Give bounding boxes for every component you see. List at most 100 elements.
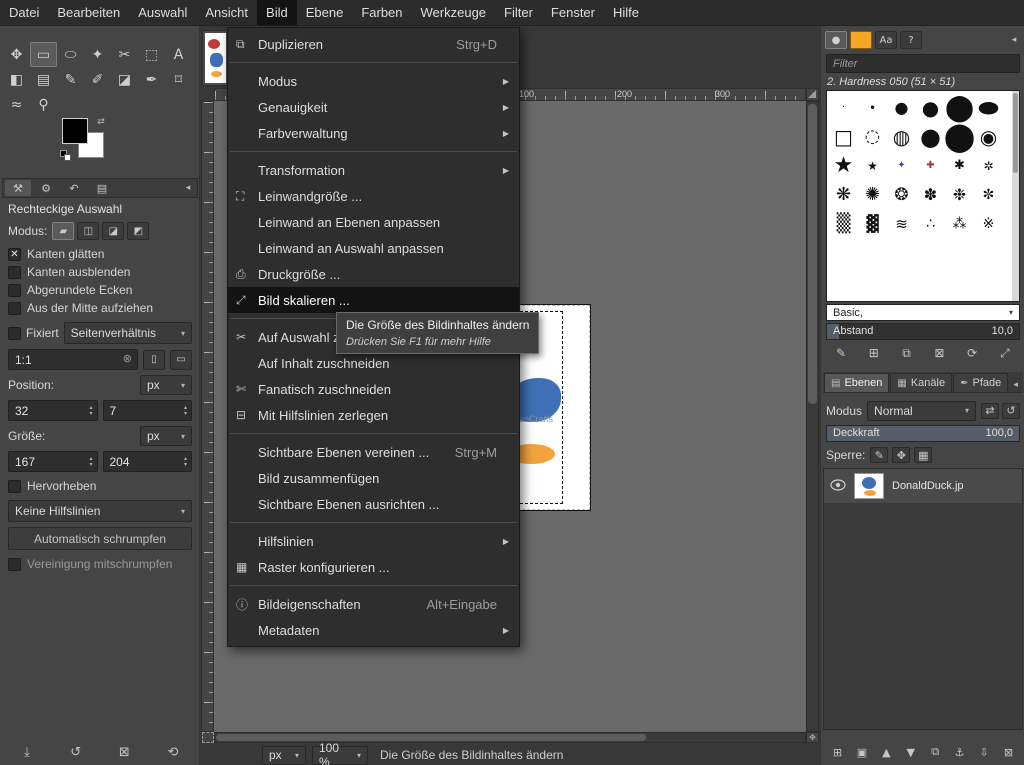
menubar-item[interactable]: Fenster bbox=[542, 0, 604, 25]
brush-item[interactable]: ◍ bbox=[887, 122, 916, 151]
menubar-item[interactable]: Ebene bbox=[297, 0, 353, 25]
menu-item[interactable]: Sichtbare Ebenen ausrichten ... bbox=[228, 491, 519, 517]
dock-tab[interactable]: ▤ bbox=[89, 180, 115, 196]
size-width-spinner[interactable]: 167 bbox=[8, 451, 98, 472]
dock-tab[interactable]: ⚒ bbox=[5, 180, 31, 196]
layers-footer-button[interactable]: ▼ bbox=[900, 743, 921, 761]
dock-tab[interactable]: ● bbox=[825, 31, 847, 49]
menubar-item[interactable]: Datei bbox=[0, 0, 48, 25]
dock-tab[interactable]: ▦ Kanäle bbox=[890, 373, 952, 392]
menu-item[interactable]: Leinwand an Auswahl anpassen bbox=[228, 235, 519, 261]
toolbox-tool-button[interactable]: A bbox=[165, 42, 192, 67]
menu-item[interactable]: Transformation ▶ bbox=[228, 157, 519, 183]
dock-tab[interactable]: ↶ bbox=[61, 180, 87, 196]
menu-item[interactable]: Bild zusammenfügen bbox=[228, 465, 519, 491]
tool-options-footer-button[interactable]: ⤓ bbox=[16, 743, 38, 761]
toolbox-tool-button[interactable]: ◪ bbox=[111, 67, 138, 92]
position-y-spinner[interactable]: 7 bbox=[103, 400, 193, 421]
menubar-item[interactable]: Ansicht bbox=[196, 0, 257, 25]
menu-item[interactable]: ⧉ Duplizieren Strg+D bbox=[228, 31, 519, 57]
horizontal-scrollbar[interactable] bbox=[214, 732, 806, 743]
brush-item[interactable]: ● bbox=[916, 93, 945, 122]
quick-mask-toggle[interactable] bbox=[202, 732, 214, 743]
menu-item[interactable]: ⎙ Druckgröße ... bbox=[228, 261, 519, 287]
brush-item[interactable]: ✼ bbox=[974, 180, 1003, 209]
fixed-checkbox[interactable] bbox=[8, 327, 21, 340]
layers-footer-button[interactable]: ⇩ bbox=[974, 743, 995, 761]
brush-item[interactable]: ◉ bbox=[974, 122, 1003, 151]
menubar-item[interactable]: Werkzeuge bbox=[412, 0, 496, 25]
shrink-merged-checkbox[interactable]: Vereinigung mitschrumpfen bbox=[8, 555, 192, 573]
default-colors-icon[interactable] bbox=[60, 150, 72, 162]
auto-shrink-button[interactable]: Automatisch schrumpfen bbox=[8, 527, 192, 550]
dock-tab[interactable]: ? bbox=[900, 31, 922, 49]
selection-mode-button[interactable]: ▰ bbox=[52, 222, 74, 240]
toolbox-tool-button[interactable]: ⬚ bbox=[138, 42, 165, 67]
menu-item[interactable]: Metadaten ▶ bbox=[228, 617, 519, 643]
layer-mode-dropdown[interactable]: Normal bbox=[867, 401, 976, 421]
brush-item[interactable]: ⬬ bbox=[974, 93, 1003, 122]
brush-item[interactable]: ● bbox=[887, 93, 916, 122]
menu-item[interactable]: ▦ Raster konfigurieren ... bbox=[228, 554, 519, 580]
lock-toggle-button[interactable]: ✎ bbox=[870, 447, 888, 463]
ruler-corner-button[interactable] bbox=[806, 88, 819, 101]
collapse-dock-icon[interactable] bbox=[1009, 378, 1022, 392]
dock-tab[interactable]: ▤ Ebenen bbox=[824, 373, 889, 392]
brush-item[interactable]: ∴ bbox=[916, 209, 945, 238]
menu-item[interactable] bbox=[228, 580, 519, 591]
layers-footer-button[interactable]: ▣ bbox=[851, 743, 872, 761]
brush-item[interactable]: ❂ bbox=[887, 180, 916, 209]
selection-mode-button[interactable]: ◩ bbox=[127, 222, 149, 240]
statusbar-unit-dropdown[interactable]: px bbox=[262, 746, 306, 765]
layers-footer-button[interactable]: ⧉ bbox=[925, 743, 946, 761]
menu-item[interactable] bbox=[228, 428, 519, 439]
position-x-spinner[interactable]: 32 bbox=[8, 400, 98, 421]
menu-item[interactable]: Sichtbare Ebenen vereinen ... Strg+M bbox=[228, 439, 519, 465]
option-checkbox[interactable]: Aus der Mitte aufziehen bbox=[8, 299, 192, 317]
menu-item[interactable]: ✄ Fanatisch zuschneiden bbox=[228, 376, 519, 402]
layer-mode-option-button[interactable]: ⇄ bbox=[981, 403, 999, 419]
position-unit-dropdown[interactable]: px bbox=[140, 375, 192, 395]
swap-colors-icon[interactable]: ⇄ bbox=[94, 116, 108, 128]
toolbox-tool-button[interactable]: ◧ bbox=[3, 67, 30, 92]
highlight-checkbox[interactable]: Hervorheben bbox=[8, 477, 192, 495]
toolbox-tool-button[interactable]: ⌑ bbox=[165, 67, 192, 92]
option-checkbox[interactable]: Abgerundete Ecken bbox=[8, 281, 192, 299]
toolbox-tool-button[interactable]: ✒ bbox=[138, 67, 165, 92]
layer-mode-option-button[interactable]: ↺ bbox=[1002, 403, 1020, 419]
toolbox-tool-button[interactable]: ≈ bbox=[3, 92, 30, 117]
collapse-dock-icon[interactable] bbox=[181, 181, 195, 195]
menu-item[interactable] bbox=[228, 57, 519, 68]
vertical-ruler[interactable] bbox=[201, 101, 214, 732]
toolbox-tool-button[interactable]: ⚲ bbox=[30, 92, 57, 117]
menu-item[interactable]: ⛶ Leinwandgröße ... bbox=[228, 183, 519, 209]
brush-action-button[interactable]: ⊞ bbox=[863, 344, 885, 362]
layer-opacity-slider[interactable]: Deckkraft 100,0 bbox=[826, 425, 1020, 442]
brush-item[interactable]: ▓ bbox=[858, 209, 887, 238]
brush-action-button[interactable]: ⊠ bbox=[928, 344, 950, 362]
menubar-item[interactable]: Hilfe bbox=[604, 0, 648, 25]
brush-item[interactable]: ※ bbox=[974, 209, 1003, 238]
toolbox-tool-button[interactable]: ✦ bbox=[84, 42, 111, 67]
brush-spacing-slider[interactable]: Abstand 10,0 bbox=[826, 323, 1020, 340]
brush-item[interactable]: ★ bbox=[858, 151, 887, 180]
lock-toggle-button[interactable]: ▦ bbox=[914, 447, 932, 463]
image-tab[interactable] bbox=[202, 30, 229, 86]
menu-item[interactable]: ⓘ Bildeigenschaften Alt+Eingabe bbox=[228, 591, 519, 617]
brush-action-button[interactable]: ✎ bbox=[830, 344, 852, 362]
guides-dropdown[interactable]: Keine Hilfslinien bbox=[8, 500, 192, 522]
layers-footer-button[interactable]: ⚓ bbox=[949, 743, 970, 761]
tool-options-footer-button[interactable]: ⊠ bbox=[113, 743, 135, 761]
dock-tab[interactable]: Aa bbox=[875, 31, 897, 49]
dock-tab[interactable]: ✒ Pfade bbox=[953, 373, 1008, 392]
brush-item[interactable]: ✦ bbox=[887, 151, 916, 180]
selection-mode-button[interactable]: ◪ bbox=[102, 222, 124, 240]
dock-tab[interactable]: ▦ bbox=[850, 31, 872, 49]
toolbox-tool-button[interactable]: ✂ bbox=[111, 42, 138, 67]
toolbox-tool-button[interactable]: ▭ bbox=[30, 42, 57, 67]
aspect-ratio-dropdown[interactable]: Seitenverhältnis bbox=[64, 322, 192, 344]
menu-item[interactable] bbox=[228, 146, 519, 157]
portrait-orientation-button[interactable]: ▯ bbox=[143, 350, 165, 370]
brush-item[interactable]: ⬤ bbox=[945, 93, 974, 122]
dock-tab[interactable]: ⚙ bbox=[33, 180, 59, 196]
